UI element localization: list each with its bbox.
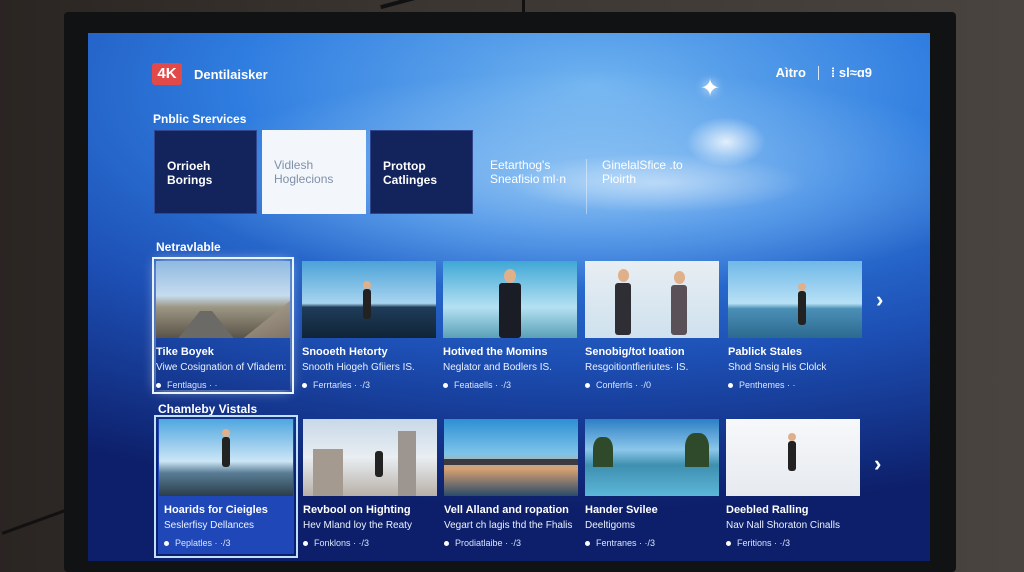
card-title: Revbool on Highting: [303, 504, 411, 516]
content-card[interactable]: Senobig/tot Ioation Resgoitiontfieriutes…: [585, 261, 719, 390]
chevron-right-icon[interactable]: ›: [876, 287, 883, 313]
cable: [380, 0, 420, 10]
card-subtitle: Vegart ch lagis thd the Fhalis: [444, 520, 573, 531]
content-card[interactable]: Vell Alland and ropation Vegart ch lagis…: [444, 419, 578, 548]
service-tile[interactable]: GinelalSfice .to Pioirth: [590, 130, 700, 214]
card-meta: Conferrls · ·/0: [585, 380, 719, 390]
card-subtitle: Shod Snsig His Clolck: [728, 362, 827, 373]
thumbnail: [444, 419, 578, 496]
top-right-status: Aìtro ⁞ sl≈ɑ9: [776, 65, 872, 80]
card-subtitle: Resgoitiontfieriutes· IS.: [585, 362, 689, 373]
content-card[interactable]: Hotived the Momins Neglator and Bodlers …: [443, 261, 577, 390]
card-meta: Peplatles · ·/3: [158, 538, 294, 548]
card-meta: Fentranes · ·/3: [585, 538, 719, 548]
content-card[interactable]: Deebled Ralling Nav Nall Shoraton Cinall…: [726, 419, 860, 548]
divider: [586, 159, 587, 214]
card-title: Snooeth Hetorty: [302, 346, 388, 358]
card-meta: Feritions · ·/3: [726, 538, 860, 548]
content-card[interactable]: Snooeth Hetorty Snooth Hiogeh Gfiiers IS…: [302, 261, 436, 390]
content-card[interactable]: Hander Svilee Deeltigoms Fentranes · ·/3: [585, 419, 719, 548]
card-title: Hoarids for Cieigles: [164, 504, 268, 516]
thumbnail: [728, 261, 862, 338]
thumbnail: [443, 261, 577, 338]
thumbnail: [585, 261, 719, 338]
service-tile[interactable]: Vidlesh Hoglecions: [262, 130, 366, 214]
card-title: Senobig/tot Ioation: [585, 346, 685, 358]
divider: [817, 65, 819, 80]
card-subtitle: Snooth Hiogeh Gfiiers IS.: [302, 362, 415, 373]
tv-screen: ✦ 4K Dentilaisker Aìtro ⁞ sl≈ɑ9 Pnblic S…: [88, 33, 930, 561]
thumbnail: [156, 261, 290, 338]
card-meta: Ferrtarles · ·/3: [302, 380, 436, 390]
card-subtitle: Nav Nall Shoraton Cinalls: [726, 520, 840, 531]
card-subtitle: Neglator and Bodlers IS.: [443, 362, 552, 373]
card-title: Pablick Stales: [728, 346, 802, 358]
content-card[interactable]: Revbool on Highting Hev Mland loy the Re…: [303, 419, 437, 548]
card-subtitle: Seslerfisy Dellances: [164, 520, 255, 531]
card-subtitle: Hev Mland loy the Reaty: [303, 520, 412, 531]
card-meta: Prodiatlaibe · ·/3: [444, 538, 578, 548]
section-title-row1: Netravlable: [156, 240, 221, 254]
section-title-public-services: Pnblic Srervices: [153, 112, 247, 126]
card-subtitle: Viwe Cosignation of Vfiadem:: [156, 362, 287, 373]
card-meta: Fonklons · ·/3: [303, 538, 437, 548]
card-meta: Featiaells · ·/3: [443, 380, 577, 390]
service-tile[interactable]: Eetarthog's Sneafisio ml·n: [478, 130, 583, 214]
content-card[interactable]: Tike Boyek Viwe Cosignation of Vfiadem: …: [152, 257, 294, 394]
sparkle-icon: ✦: [700, 75, 721, 102]
content-card[interactable]: Hoarids for Cieigles Seslerfisy Dellance…: [154, 415, 298, 558]
service-tile[interactable]: Orrioeh Borings: [154, 130, 257, 214]
chevron-right-icon[interactable]: ›: [874, 451, 881, 477]
content-card[interactable]: Pablick Stales Shod Snsig His Clolck Pen…: [728, 261, 862, 390]
card-subtitle: Deeltigoms: [585, 520, 636, 531]
card-meta: Penthemes · ·: [728, 380, 862, 390]
cable: [1, 508, 69, 535]
card-title: Vell Alland and ropation: [444, 504, 569, 516]
card-title: Hander Svilee: [585, 504, 658, 516]
section-title-row2: Chamleby Vistals: [158, 402, 258, 416]
logo-badge: 4K: [152, 63, 182, 85]
thumbnail: [159, 419, 293, 496]
thumbnail: [585, 419, 719, 496]
account-label[interactable]: Aìtro: [776, 65, 806, 80]
card-title: Deebled Ralling: [726, 504, 809, 516]
card-meta: Fentlagus · ·: [156, 380, 290, 390]
thumbnail: [302, 261, 436, 338]
card-title: Hotived the Momins: [443, 346, 548, 358]
thumbnail: [726, 419, 860, 496]
settings-label[interactable]: ⁞ sl≈ɑ9: [831, 65, 872, 80]
service-tile[interactable]: Prottop Catlinges: [370, 130, 473, 214]
brand-name: Dentilaisker: [194, 67, 268, 82]
card-title: Tike Boyek: [156, 346, 214, 358]
thumbnail: [303, 419, 437, 496]
